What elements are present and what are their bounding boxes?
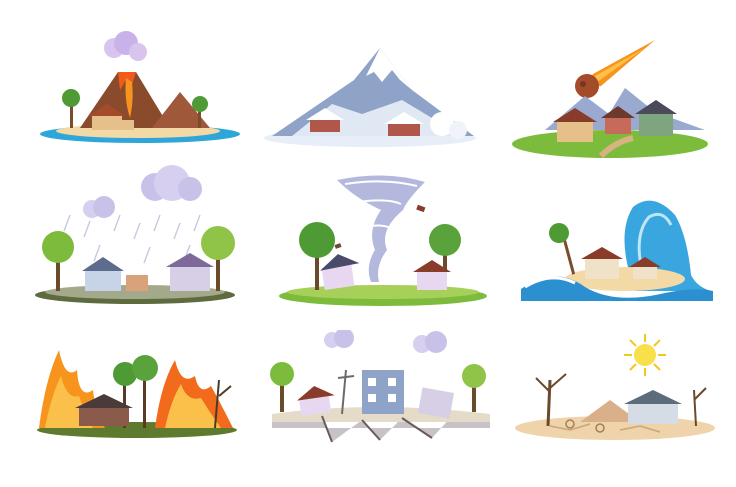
volcano-icon [40, 31, 240, 143]
rain-cloud-icon [35, 165, 235, 304]
storm-rain-scene [30, 165, 245, 310]
avalanche-scene [262, 40, 480, 150]
tornado-scene [275, 170, 490, 310]
volcano-island-scene [40, 30, 245, 145]
snow-mountain-icon [264, 48, 476, 147]
natural-disasters-illustration [0, 0, 736, 487]
meteor-icon [512, 40, 708, 159]
wave-icon [521, 200, 713, 301]
crack-icon [270, 330, 490, 443]
drought-scene [510, 330, 720, 445]
wildfire-scene [35, 340, 240, 440]
fire-icon [37, 350, 237, 438]
earthquake-scene [262, 330, 497, 445]
sun-icon [515, 334, 715, 440]
tsunami-scene [515, 195, 715, 305]
meteor-scene [505, 30, 715, 165]
tornado-icon [279, 175, 487, 306]
